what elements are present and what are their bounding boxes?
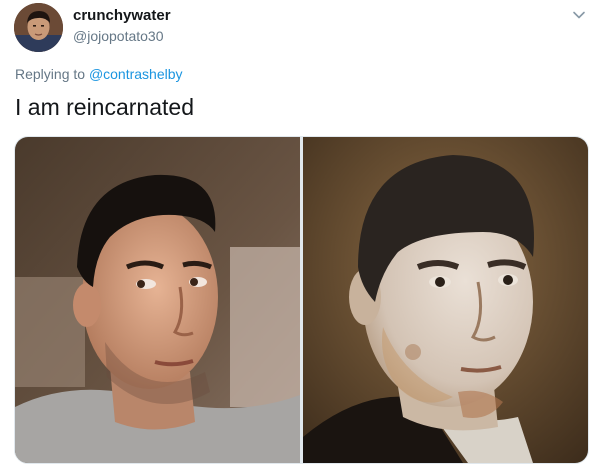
- reply-context: Replying to @contrashelby: [15, 66, 183, 82]
- tweet-text: I am reincarnated: [15, 94, 194, 120]
- reply-prefix: Replying to: [15, 66, 89, 82]
- display-name[interactable]: crunchywater: [73, 7, 171, 24]
- user-handle[interactable]: @jojopotato30: [73, 28, 164, 44]
- media-photo-selfie[interactable]: [15, 137, 300, 463]
- reply-mention-link[interactable]: @contrashelby: [89, 66, 183, 82]
- chevron-down-icon[interactable]: [572, 8, 586, 22]
- media-photo-painting[interactable]: [303, 137, 588, 463]
- media-grid: [14, 136, 589, 464]
- avatar-photo: [14, 3, 63, 52]
- avatar[interactable]: [14, 3, 63, 52]
